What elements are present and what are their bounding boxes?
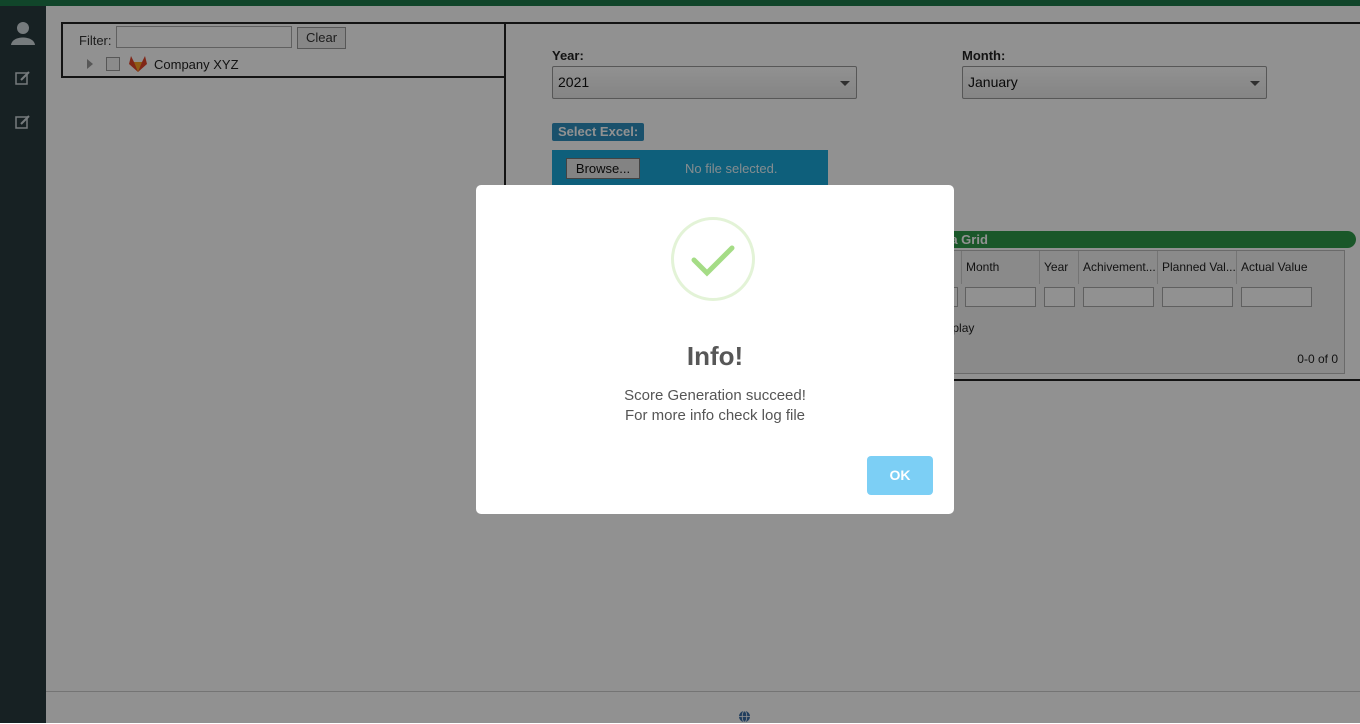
info-dialog: Info! Score Generation succeed! For more… xyxy=(476,185,954,514)
success-circle xyxy=(671,217,755,301)
ok-button[interactable]: OK xyxy=(867,456,933,495)
dialog-message: Score Generation succeed! For more info … xyxy=(476,386,954,426)
dialog-message-line: For more info check log file xyxy=(624,407,806,424)
checkmark-icon xyxy=(691,245,735,277)
dialog-title: Info! xyxy=(686,341,744,371)
dialog-message-line: Score Generation succeed! xyxy=(624,387,806,404)
